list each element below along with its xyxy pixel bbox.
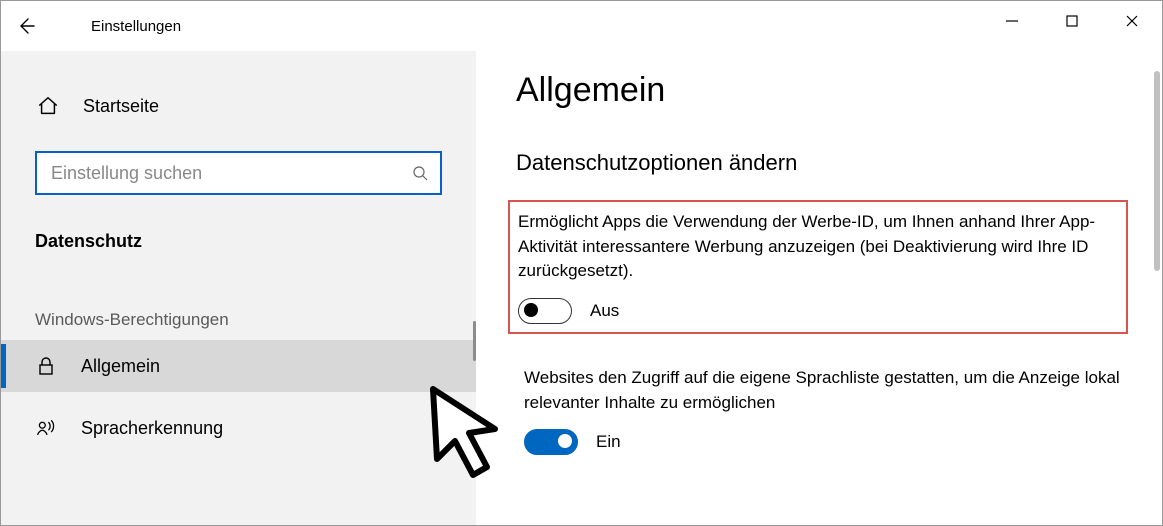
toggle-state-label: Ein <box>596 432 621 452</box>
toggle-state-label: Aus <box>590 301 619 321</box>
setting-advertising-id: Ermöglicht Apps die Verwendung der Werbe… <box>508 200 1128 334</box>
sidebar-home-label: Startseite <box>83 96 159 117</box>
window-controls <box>982 1 1162 41</box>
search-input[interactable] <box>49 162 412 185</box>
back-button[interactable] <box>1 1 51 51</box>
setting-desc: Websites den Zugriff auf die eigene Spra… <box>524 366 1128 415</box>
maximize-icon <box>1066 15 1078 27</box>
lock-icon <box>36 356 56 376</box>
sidebar-item-label: Allgemein <box>81 356 160 377</box>
minimize-button[interactable] <box>982 1 1042 41</box>
minimize-icon <box>1006 15 1018 27</box>
search-box[interactable] <box>35 151 442 195</box>
toggle-knob <box>524 303 538 317</box>
sidebar-item-spracherkennung[interactable]: Spracherkennung <box>1 402 476 454</box>
toggle-language-list[interactable] <box>524 429 578 455</box>
maximize-button[interactable] <box>1042 1 1102 41</box>
pane-divider[interactable] <box>473 321 476 361</box>
sidebar-home[interactable]: Startseite <box>1 81 476 131</box>
arrow-left-icon <box>16 16 36 36</box>
scrollbar[interactable] <box>1154 71 1160 271</box>
toggle-advertising-id[interactable] <box>518 298 572 324</box>
setting-language-list: Websites den Zugriff auf die eigene Spra… <box>516 358 1136 463</box>
page-subtitle: Datenschutzoptionen ändern <box>516 150 1162 176</box>
sidebar: Startseite Datenschutz Windows-Berechtig… <box>1 51 476 525</box>
sidebar-item-label: Spracherkennung <box>81 418 223 439</box>
speech-icon <box>35 417 57 439</box>
close-icon <box>1126 15 1138 27</box>
search-icon <box>412 165 428 181</box>
close-button[interactable] <box>1102 1 1162 41</box>
home-icon <box>37 95 59 117</box>
page-title: Allgemein <box>516 71 1162 110</box>
titlebar: Einstellungen <box>1 1 1162 51</box>
content-area: Allgemein Datenschutzoptionen ändern Erm… <box>476 51 1162 525</box>
sidebar-group-heading: Windows-Berechtigungen <box>1 310 476 330</box>
setting-desc: Ermöglicht Apps die Verwendung der Werbe… <box>518 210 1118 284</box>
window-title: Einstellungen <box>91 18 181 35</box>
sidebar-section-title: Datenschutz <box>1 231 476 252</box>
toggle-knob <box>558 434 572 448</box>
sidebar-item-allgemein[interactable]: Allgemein <box>1 340 476 392</box>
